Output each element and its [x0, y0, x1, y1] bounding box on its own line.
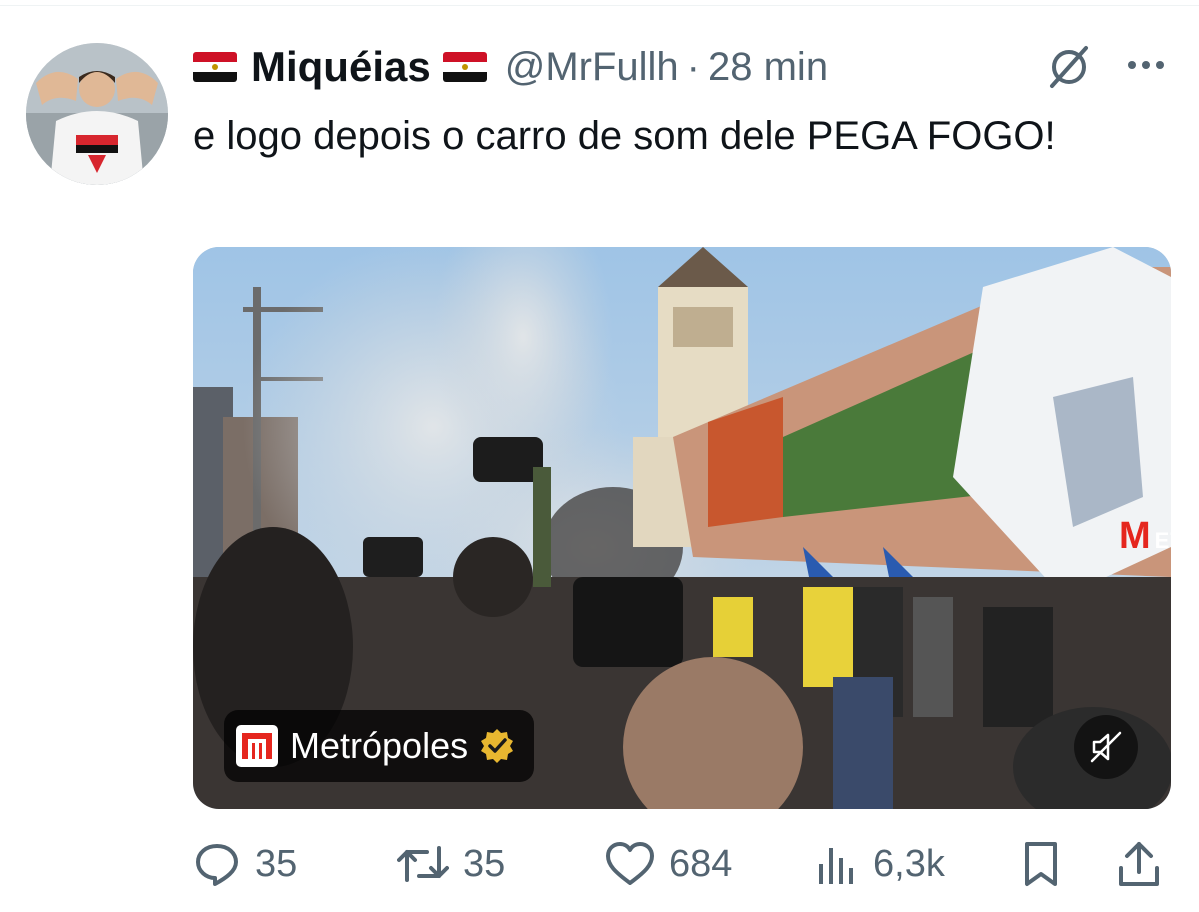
reply-icon [196, 844, 238, 886]
author-handle[interactable]: @MrFullh [505, 45, 679, 90]
metropoles-watermark: M ETRÓPOLES [1119, 517, 1171, 555]
verified-badge-icon [478, 727, 516, 765]
grok-icon[interactable] [1044, 42, 1094, 92]
separator-dot: · [686, 44, 700, 89]
tweet-text: e logo depois o carro de som dele PEGA F… [193, 114, 1056, 158]
avatar-image [26, 43, 168, 185]
tweet-timestamp[interactable]: 28 min [708, 45, 828, 90]
tweet-header: Miquéias @MrFullh · 28 min [193, 40, 1033, 94]
more-icon[interactable] [1122, 50, 1170, 80]
watermark-text: ETRÓPOLES [1154, 528, 1171, 553]
mute-icon[interactable] [1074, 715, 1138, 779]
share-icon [1119, 842, 1159, 886]
source-name: Metrópoles [290, 725, 469, 766]
bookmark-button[interactable] [1021, 834, 1061, 894]
like-button[interactable]: 684 [605, 834, 732, 894]
egypt-flag-icon [442, 52, 487, 82]
metropoles-logo-icon [236, 725, 278, 767]
repost-icon [397, 846, 449, 882]
tweet-actions: 35 35 684 6,3k [193, 834, 1171, 894]
views-count: 6,3k [873, 842, 945, 885]
source-badge[interactable]: Metrópoles [224, 710, 535, 782]
author-name[interactable]: Miquéias [251, 43, 431, 91]
top-divider [0, 0, 1199, 6]
egypt-flag-icon [193, 52, 237, 82]
like-count: 684 [669, 842, 733, 885]
bookmark-icon [1025, 842, 1057, 886]
repost-button[interactable]: 35 [397, 834, 505, 894]
repost-count: 35 [463, 842, 506, 885]
reply-button[interactable]: 35 [193, 834, 297, 894]
views-button[interactable]: 6,3k [815, 834, 945, 894]
heart-icon [606, 842, 654, 885]
watermark-letter: M [1119, 515, 1151, 557]
views-icon [819, 848, 853, 884]
share-button[interactable] [1117, 834, 1161, 894]
reply-count: 35 [255, 842, 298, 885]
avatar[interactable] [26, 43, 168, 185]
